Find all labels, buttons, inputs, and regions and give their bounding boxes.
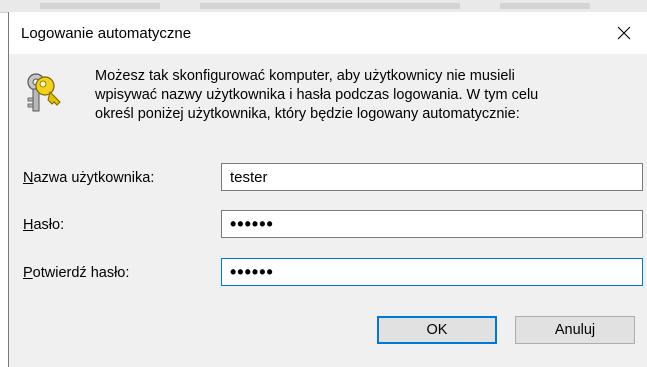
confirm-password-field[interactable] bbox=[221, 258, 643, 286]
password-label: Hasło: bbox=[23, 217, 64, 233]
username-field[interactable] bbox=[221, 163, 643, 191]
title-bar[interactable]: Logowanie automatyczne bbox=[9, 12, 647, 54]
background-strip-segment bbox=[500, 3, 590, 9]
keys-icon bbox=[27, 73, 61, 112]
confirm-password-label-accesskey: P bbox=[23, 265, 33, 281]
background-strip-segment bbox=[200, 3, 460, 9]
close-icon bbox=[617, 26, 631, 40]
autologon-dialog: Logowanie automatyczne Możesz tak skonfi… bbox=[8, 12, 647, 367]
dialog-title: Logowanie automatyczne bbox=[21, 25, 192, 42]
password-label-accesskey: H bbox=[23, 217, 34, 233]
description-line: określ poniżej użytkownika, który będzie… bbox=[95, 106, 520, 122]
description-line: Możesz tak skonfigurować komputer, aby u… bbox=[95, 68, 515, 84]
confirm-password-label-text: otwierdź hasło: bbox=[32, 265, 130, 281]
description-line: wpisywać nazwy użytkownika i hasła podcz… bbox=[95, 87, 539, 103]
close-button[interactable] bbox=[601, 12, 647, 54]
username-label-accesskey: N bbox=[23, 170, 34, 186]
ok-button[interactable]: OK bbox=[377, 316, 497, 344]
cancel-button[interactable]: Anuluj bbox=[515, 316, 635, 344]
username-label: Nazwa użytkownika: bbox=[23, 170, 154, 186]
description-text: Możesz tak skonfigurować komputer, aby u… bbox=[95, 67, 615, 124]
username-label-text: azwa użytkownika: bbox=[33, 170, 155, 186]
password-label-text: asło: bbox=[33, 217, 65, 233]
confirm-password-label: Potwierdź hasło: bbox=[23, 265, 129, 281]
password-field[interactable] bbox=[221, 210, 643, 238]
background-strip-segment bbox=[40, 3, 160, 9]
